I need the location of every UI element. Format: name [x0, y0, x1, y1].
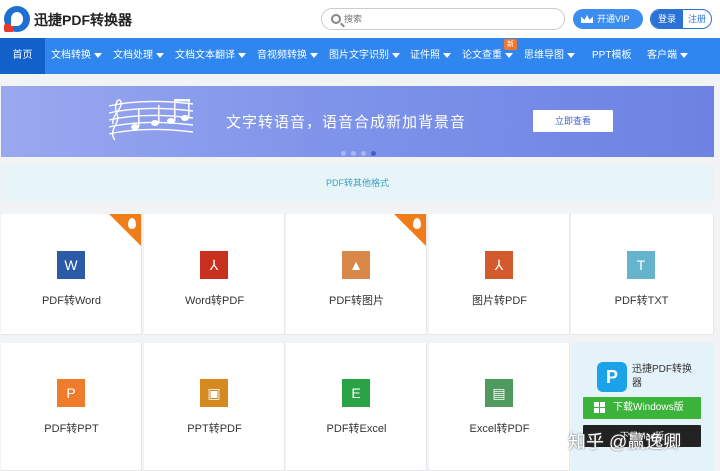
nav-label: 图片文字识别 — [329, 50, 389, 61]
tool-card-pdf-to-excel[interactable]: E PDF转Excel — [286, 343, 427, 471]
excel-icon: E — [342, 379, 370, 407]
nav-label: 证件照 — [410, 50, 440, 61]
tool-card-word-to-pdf[interactable]: ⅄ Word转PDF — [144, 214, 285, 335]
nav-item-document-processing[interactable]: 文档处理 — [113, 38, 164, 74]
hot-corner-badge — [394, 214, 426, 246]
chevron-down-icon — [443, 52, 451, 58]
main-nav: 首页 文档转换 文档处理 文档文本翻译 音视频转换 图片文字识别 证件照 论文查… — [0, 38, 720, 74]
spreadsheet-pdf-icon: ▤ — [485, 379, 513, 407]
tool-label: PDF转PPT — [44, 423, 99, 435]
auth-buttons: 登录 注册 — [650, 9, 712, 29]
hot-corner-badge — [109, 214, 141, 246]
nav-label: 文档文本翻译 — [175, 50, 235, 61]
chevron-down-icon — [238, 52, 246, 58]
nav-item-image-ocr[interactable]: 图片文字识别 — [329, 38, 400, 74]
carousel-dot[interactable] — [361, 151, 366, 156]
brand-name[interactable]: 迅捷PDF转换器 — [34, 10, 132, 30]
image-icon: ▲ — [342, 251, 370, 279]
tool-card-excel-to-pdf[interactable]: ▤ Excel转PDF — [429, 343, 570, 471]
chevron-down-icon — [310, 52, 318, 58]
download-windows-button[interactable]: 下载Windows版 — [583, 397, 701, 419]
search-box[interactable] — [321, 8, 565, 30]
chevron-down-icon — [567, 52, 575, 58]
flame-icon — [128, 218, 136, 229]
chevron-down-icon — [94, 52, 102, 58]
tool-label: PDF转图片 — [329, 295, 384, 307]
open-vip-button[interactable]: 开通VIP — [573, 9, 643, 29]
pdf-icon: ⅄ — [485, 251, 513, 279]
nav-label: 客户端 — [647, 50, 677, 61]
register-button[interactable]: 注册 — [683, 10, 711, 28]
tool-card-pdf-to-word[interactable]: W PDF转Word — [1, 214, 142, 335]
app-logo-icon: P — [597, 362, 627, 392]
search-icon[interactable] — [331, 14, 341, 24]
promo-title: 迅捷PDF转换器 — [632, 364, 692, 389]
nav-item-document-conversion[interactable]: 文档转换 — [51, 38, 102, 74]
text-icon: T — [627, 251, 655, 279]
pdf-to-other-formats-link[interactable]: PDF转其他格式 — [1, 166, 714, 201]
music-notes-icon — [108, 99, 194, 141]
nav-label: PPT模板 — [592, 50, 632, 61]
tool-card-image-to-pdf[interactable]: ⅄ 图片转PDF — [429, 214, 570, 335]
chevron-down-icon — [680, 52, 688, 58]
tool-label: Excel转PDF — [469, 423, 530, 435]
tool-label: PDF转Excel — [326, 423, 387, 435]
vip-label: 开通VIP — [597, 14, 630, 24]
download-windows-label: 下载Windows版 — [613, 402, 684, 413]
app-logo-icon[interactable] — [4, 6, 30, 32]
tool-card-pdf-to-image[interactable]: ▲ PDF转图片 — [286, 214, 427, 335]
pdf-icon: ⅄ — [200, 251, 228, 279]
nav-label: 文档处理 — [113, 50, 153, 61]
promo-banner[interactable]: 文字转语音，语音合成新加背景音 立即查看 — [1, 86, 714, 157]
banner-headline: 文字转语音，语音合成新加背景音 — [226, 114, 467, 131]
nav-item-mind-map[interactable]: 思维导图 — [524, 38, 575, 74]
nav-item-id-photo[interactable]: 证件照 — [410, 38, 451, 74]
top-header: 迅捷PDF转换器 开通VIP 登录 注册 — [0, 0, 720, 38]
nav-item-client[interactable]: 客户端 — [647, 38, 688, 74]
chevron-down-icon — [156, 52, 164, 58]
crown-icon — [581, 15, 593, 23]
carousel-dot[interactable] — [341, 151, 346, 156]
nav-label: 文档转换 — [51, 50, 91, 61]
nav-item-audio-video[interactable]: 音视频转换 — [257, 38, 318, 74]
carousel-dot-active[interactable] — [371, 151, 376, 156]
presentation-icon: ▣ — [200, 379, 228, 407]
tool-label: 图片转PDF — [472, 295, 527, 307]
nav-label: 思维导图 — [524, 50, 564, 61]
tool-card-pdf-to-ppt[interactable]: P PDF转PPT — [1, 343, 142, 471]
login-button[interactable]: 登录 — [651, 10, 683, 28]
nav-label: 音视频转换 — [257, 50, 307, 61]
word-icon: W — [57, 251, 85, 279]
tool-card-pdf-to-txt[interactable]: T PDF转TXT — [571, 214, 714, 335]
windows-icon — [594, 402, 606, 414]
nav-item-ppt-templates[interactable]: PPT模板 — [592, 38, 631, 74]
chevron-down-icon — [505, 52, 513, 58]
carousel-dots — [341, 143, 381, 161]
watermark: 知乎 @赢逸卿 — [568, 432, 682, 452]
view-now-button[interactable]: 立即查看 — [533, 110, 613, 132]
new-badge: 新 — [504, 39, 517, 50]
nav-label: 首页 — [12, 50, 33, 61]
nav-item-document-translation[interactable]: 文档文本翻译 — [175, 38, 246, 74]
tool-label: PDF转Word — [41, 295, 102, 307]
ppt-icon: P — [57, 379, 85, 407]
chevron-down-icon — [392, 52, 400, 58]
flame-icon — [413, 218, 421, 229]
tool-label: PPT转PDF — [187, 423, 242, 435]
nav-item-home[interactable]: 首页 — [0, 38, 45, 74]
tool-label: PDF转TXT — [614, 295, 669, 307]
nav-label: 论文查重 — [462, 50, 502, 61]
carousel-dot[interactable] — [351, 151, 356, 156]
search-input[interactable] — [344, 11, 554, 27]
tool-label: Word转PDF — [184, 295, 245, 307]
tool-card-ppt-to-pdf[interactable]: ▣ PPT转PDF — [144, 343, 285, 471]
